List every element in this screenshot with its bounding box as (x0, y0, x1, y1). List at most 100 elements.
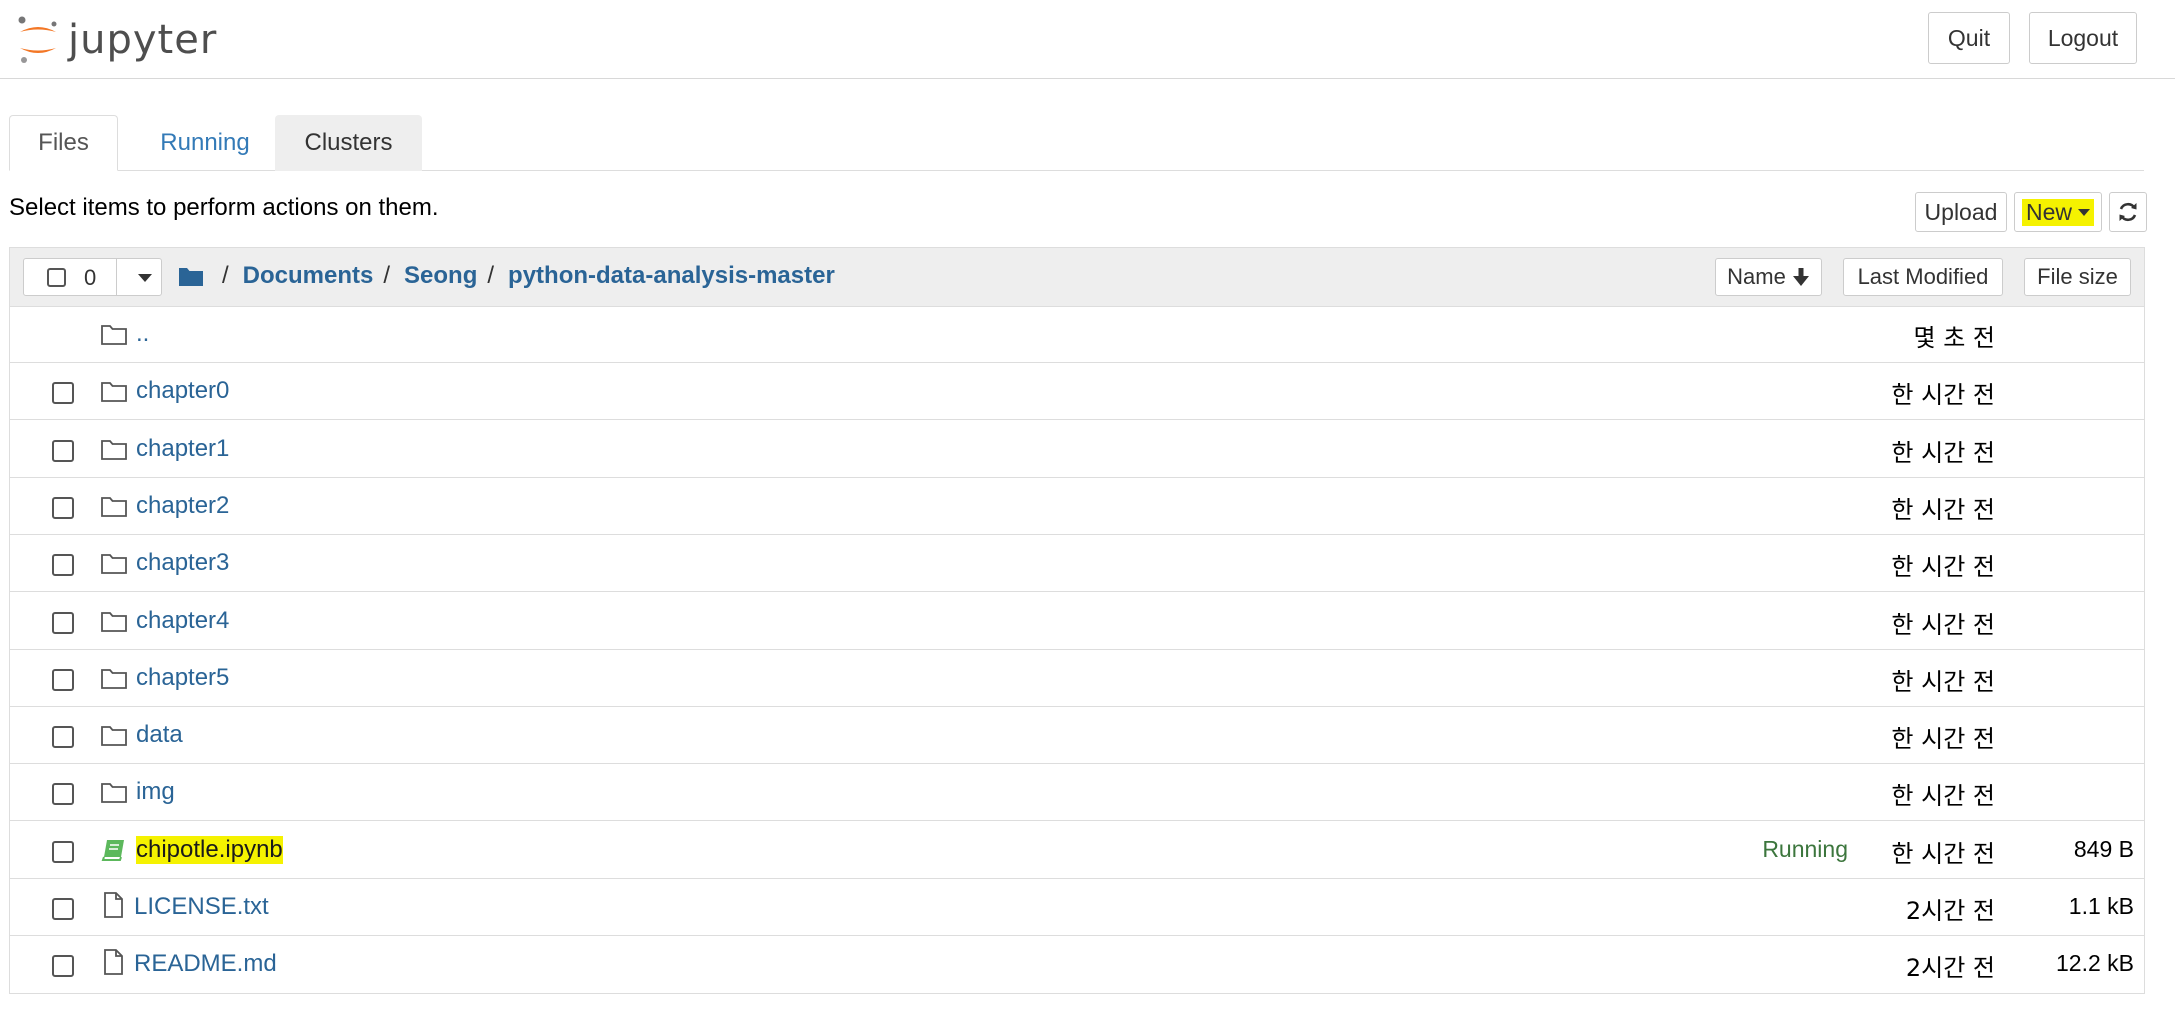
file-size: 1.1 kB (2068, 893, 2134, 919)
tab-running[interactable]: Running (131, 115, 279, 171)
logout-button[interactable]: Logout (2029, 12, 2137, 64)
sort-by-name-button[interactable]: Name (1715, 258, 1822, 296)
last-modified: 한 시간 전 (1891, 553, 1995, 582)
file-name-link[interactable]: img (136, 778, 175, 806)
file-name-link[interactable]: chapter0 (136, 377, 229, 405)
file-row[interactable]: chapter4 한 시간 전 (10, 593, 2144, 650)
file-row[interactable]: README.md 2시간 전 12.2 kB (10, 936, 2144, 993)
breadcrumb-separator: / (383, 262, 391, 289)
folder-icon (100, 550, 128, 576)
folder-icon[interactable] (178, 265, 204, 287)
file-icon (100, 948, 128, 976)
file-row[interactable]: chapter2 한 시간 전 (10, 478, 2144, 535)
folder-icon (100, 665, 128, 691)
file-row[interactable]: chapter1 한 시간 전 (10, 421, 2144, 478)
row-checkbox[interactable] (52, 840, 74, 863)
selected-count: 0 (84, 265, 97, 290)
last-modified: 2시간 전 (1905, 954, 1995, 983)
folder-icon (100, 321, 128, 347)
file-size: 849 B (2073, 835, 2134, 862)
select-all-dropdown[interactable]: 0 (23, 258, 162, 296)
last-modified: 2시간 전 (1905, 897, 1995, 925)
row-checkbox[interactable] (52, 898, 74, 920)
tab-clusters[interactable]: Clusters (275, 115, 422, 171)
row-checkbox[interactable] (52, 554, 74, 577)
file-name-link[interactable]: chapter3 (136, 549, 229, 577)
caret-down-icon (2078, 208, 2090, 216)
last-modified: 한 시간 전 (1891, 667, 1995, 696)
file-row[interactable]: chapter3 한 시간 전 (10, 535, 2144, 593)
quit-button[interactable]: Quit (1928, 12, 2010, 64)
file-name-link[interactable]: .. (136, 320, 149, 348)
breadcrumb-separator: / (487, 262, 495, 289)
file-name-link[interactable]: data (136, 721, 183, 749)
breadcrumb-separator: / (222, 262, 229, 289)
file-row[interactable]: .. 몇 초 전 (10, 306, 2144, 363)
breadcrumb: / Documents / Seong / python-data-analys… (178, 261, 835, 291)
select-all-checkbox[interactable] (47, 268, 66, 287)
tab-files[interactable]: Files (9, 115, 118, 171)
new-dropdown-button[interactable]: New (2014, 192, 2102, 232)
file-row[interactable]: data 한 시간 전 (10, 707, 2144, 765)
sort-by-size-button[interactable]: File size (2024, 258, 2131, 296)
last-modified: 한 시간 전 (1891, 438, 1995, 467)
file-list: 0 / Documents / Seong / python-data-anal… (9, 247, 2145, 994)
file-row[interactable]: chapter0 한 시간 전 (10, 363, 2144, 421)
jupyter-logo[interactable]: jupyter (16, 12, 217, 68)
file-row[interactable]: chipotle.ipynb Running 한 시간 전 849 B (10, 822, 2144, 879)
file-name-link[interactable]: chapter1 (136, 435, 229, 463)
row-checkbox[interactable] (52, 382, 74, 405)
file-name-link[interactable]: chipotle.ipynb (136, 835, 283, 864)
folder-icon (100, 608, 128, 634)
breadcrumb-current-folder[interactable]: python-data-analysis-master (508, 262, 835, 290)
breadcrumb-documents[interactable]: Documents (243, 262, 374, 290)
logo-text: jupyter (68, 17, 218, 63)
last-modified: 한 시간 전 (1891, 839, 1995, 868)
row-checkbox[interactable] (52, 726, 74, 749)
chevron-down-icon[interactable] (138, 274, 152, 282)
notebook-icon (100, 837, 128, 863)
file-name-link[interactable]: chapter2 (136, 492, 229, 520)
upload-button[interactable]: Upload (1915, 192, 2007, 232)
tab-bar: Files Running Clusters (9, 115, 2144, 171)
breadcrumb-seong[interactable]: Seong (404, 262, 477, 290)
row-checkbox[interactable] (52, 783, 74, 806)
file-name-link[interactable]: chapter4 (136, 607, 229, 635)
sort-name-label: Name (1727, 264, 1786, 289)
sort-by-modified-button[interactable]: Last Modified (1843, 258, 2003, 296)
row-checkbox[interactable] (52, 668, 74, 691)
file-row[interactable]: img 한 시간 전 (10, 764, 2144, 822)
row-checkbox[interactable] (52, 611, 74, 634)
select-divider (116, 259, 117, 295)
last-modified: 한 시간 전 (1891, 495, 1995, 524)
folder-icon (100, 436, 128, 462)
last-modified: 한 시간 전 (1891, 610, 1995, 639)
row-checkbox[interactable] (52, 496, 74, 519)
selection-hint: Select items to perform actions on them. (9, 194, 439, 221)
file-name-link[interactable]: README.md (134, 950, 277, 978)
folder-icon (100, 493, 128, 519)
file-row[interactable]: LICENSE.txt 2시간 전 1.1 kB (10, 879, 2144, 936)
file-name-link[interactable]: chapter5 (136, 664, 229, 692)
refresh-icon (2119, 202, 2137, 222)
new-button-label: New (2025, 198, 2072, 225)
folder-icon (100, 722, 128, 748)
file-row[interactable]: chapter5 한 시간 전 (10, 650, 2144, 707)
refresh-button[interactable] (2109, 192, 2147, 232)
file-size: 12.2 kB (2056, 950, 2134, 977)
file-icon (100, 891, 128, 918)
folder-icon (100, 378, 128, 404)
header: jupyter Quit Logout (0, 0, 2175, 79)
folder-icon (100, 779, 128, 805)
row-checkbox[interactable] (52, 439, 74, 462)
file-name-link[interactable]: LICENSE.txt (134, 893, 269, 921)
jupyter-logo-icon (18, 16, 57, 63)
file-list-header: 0 / Documents / Seong / python-data-anal… (10, 248, 2144, 307)
row-checkbox[interactable] (52, 955, 74, 978)
last-modified: 몇 초 전 (1913, 324, 1996, 352)
last-modified: 한 시간 전 (1891, 782, 1995, 811)
arrow-down-icon (1792, 268, 1809, 286)
last-modified: 한 시간 전 (1891, 381, 1995, 410)
running-status: Running (1762, 835, 1848, 862)
last-modified: 한 시간 전 (1891, 725, 1995, 754)
